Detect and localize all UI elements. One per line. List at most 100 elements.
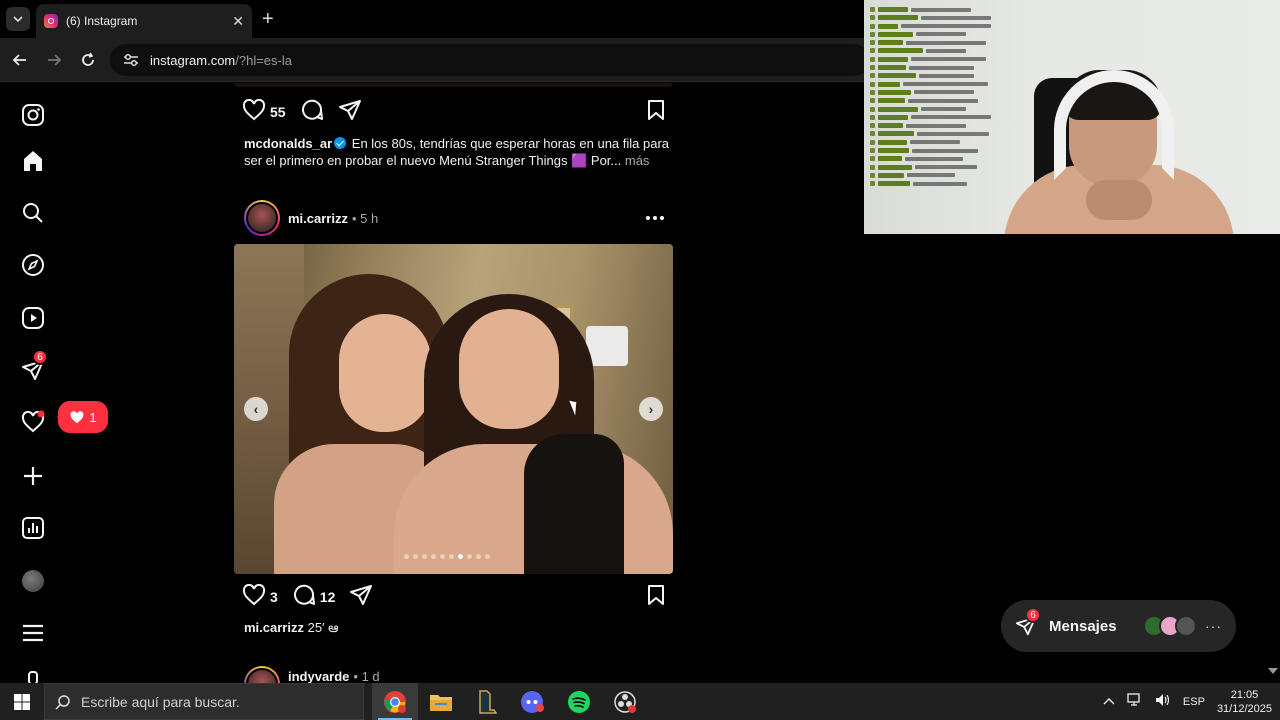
post-username[interactable]: mi.carrizz [288, 211, 348, 226]
obs-recording-icon[interactable] [602, 683, 648, 720]
chat-message [870, 23, 1020, 30]
tab-instagram[interactable]: (6) Instagram ✕ [36, 4, 252, 38]
clock-time: 21:05 [1230, 688, 1259, 701]
messages-badge: 6 [1025, 607, 1041, 623]
chevron-down-icon [13, 16, 23, 23]
carousel-next-button[interactable]: › [639, 397, 663, 421]
post-time: • 5 h [351, 210, 379, 226]
avatar [22, 570, 44, 592]
like-count[interactable]: 55 [270, 104, 286, 120]
reload-icon [82, 52, 94, 66]
chat-message [870, 56, 1020, 63]
notification-popup-bubble[interactable]: 1 [57, 401, 108, 433]
show-hidden-icons-chevron-up-icon[interactable] [1103, 696, 1115, 708]
caption-username[interactable]: mcdonalds_ar [244, 136, 332, 151]
browser-tabbar: (6) Instagram ✕ + [0, 0, 864, 38]
comment-icon[interactable] [292, 583, 316, 612]
chat-message [870, 106, 1020, 113]
caption-more-link[interactable]: más [625, 153, 650, 168]
carousel-dot [404, 554, 409, 559]
chat-message [870, 139, 1020, 146]
carousel-prev-button[interactable]: ‹ [244, 397, 268, 421]
network-icon[interactable] [1127, 693, 1143, 710]
instagram-favicon-icon [44, 14, 58, 28]
previous-post-media-edge [234, 83, 673, 87]
threads-icon[interactable] [20, 671, 46, 683]
volume-icon[interactable] [1155, 693, 1171, 710]
like-count[interactable]: 3 [270, 589, 278, 605]
discord-icon[interactable] [510, 683, 556, 720]
chat-message [870, 39, 1020, 46]
instagram-logo-icon[interactable] [20, 102, 46, 128]
comment-icon[interactable] [300, 98, 324, 127]
explore-icon[interactable] [20, 252, 46, 278]
new-tab-button[interactable]: + [262, 8, 274, 31]
system-tray: ESP 21:05 31/12/2025 [1103, 688, 1280, 716]
verified-badge-icon [334, 137, 347, 149]
share-icon[interactable] [349, 584, 373, 611]
save-bookmark-icon[interactable] [646, 99, 666, 126]
more-icon: ··· [1205, 618, 1222, 634]
search-icon[interactable] [20, 200, 46, 226]
headphones [1054, 70, 1174, 180]
reels-icon[interactable] [20, 305, 46, 331]
chat-message [870, 180, 1020, 187]
chat-message [870, 114, 1020, 121]
browser-toolbar: instagram.com/?hl=es-la [0, 38, 870, 82]
post-time: • 1 d [353, 668, 380, 684]
league-of-legends-icon[interactable] [464, 683, 510, 720]
chat-message [870, 64, 1020, 71]
start-button[interactable] [0, 683, 44, 720]
like-heart-icon[interactable] [242, 583, 266, 611]
carousel-dot [422, 554, 427, 559]
site-settings-icon[interactable] [120, 49, 142, 71]
tab-close-icon[interactable]: ✕ [232, 13, 244, 30]
messages-icon: 6 [1015, 607, 1041, 637]
post-actions: 3 12 [242, 583, 666, 611]
clock-date: 31/12/2025 [1216, 702, 1272, 715]
dashboard-chart-icon[interactable] [20, 515, 46, 541]
story-ring-avatar[interactable] [244, 200, 280, 236]
chrome-app-icon[interactable] [372, 683, 418, 720]
search-icon [55, 694, 70, 710]
messages-icon[interactable]: 6 [20, 349, 48, 383]
forward-button[interactable] [43, 49, 65, 71]
comment-count[interactable]: 12 [320, 589, 336, 605]
arrow-left-icon [12, 54, 26, 66]
post-image-carousel[interactable]: ‹ › [234, 244, 673, 574]
taskbar-search-input[interactable]: Escribe aquí para buscar. [44, 683, 364, 720]
reload-button[interactable] [77, 49, 99, 71]
chat-message [870, 97, 1020, 104]
more-options-icon[interactable] [646, 216, 664, 220]
scrollbar-down-arrow[interactable] [1268, 668, 1278, 674]
chat-message [870, 6, 1020, 13]
share-icon[interactable] [338, 99, 362, 126]
photo-towel-dispenser [586, 326, 628, 366]
like-heart-icon[interactable] [242, 98, 266, 126]
back-button[interactable] [9, 49, 31, 71]
chat-message [870, 47, 1020, 54]
tab-list-button[interactable] [6, 7, 30, 31]
profile-avatar[interactable] [20, 568, 46, 594]
save-bookmark-icon[interactable] [646, 584, 666, 611]
webcam-overlay [864, 0, 1280, 234]
address-bar[interactable]: instagram.com/?hl=es-la [110, 44, 870, 76]
post-caption: mi.carrizz 25′ ఆ [244, 620, 338, 639]
messages-floating-button[interactable]: 6 Mensajes ··· [1001, 600, 1236, 652]
input-language[interactable]: ESP [1183, 696, 1205, 708]
clock[interactable]: 21:05 31/12/2025 [1217, 688, 1272, 716]
heart-filled-icon [70, 411, 84, 424]
menu-hamburger-icon[interactable] [20, 620, 46, 646]
spotify-icon[interactable] [556, 683, 602, 720]
post-username[interactable]: indyvarde [288, 669, 349, 684]
file-explorer-icon[interactable] [418, 683, 464, 720]
home-icon[interactable] [20, 148, 46, 174]
create-plus-icon[interactable] [20, 463, 46, 489]
caption-text-line2: ser el primero en probar el nuevo Menú S… [244, 153, 622, 168]
notification-count: 1 [89, 409, 97, 425]
carousel-dot [458, 554, 463, 559]
notifications-heart-icon[interactable] [20, 409, 46, 435]
caption-username[interactable]: mi.carrizz [244, 620, 304, 635]
messages-badge: 6 [32, 349, 48, 365]
post-header: mi.carrizz • 5 h [244, 198, 674, 238]
